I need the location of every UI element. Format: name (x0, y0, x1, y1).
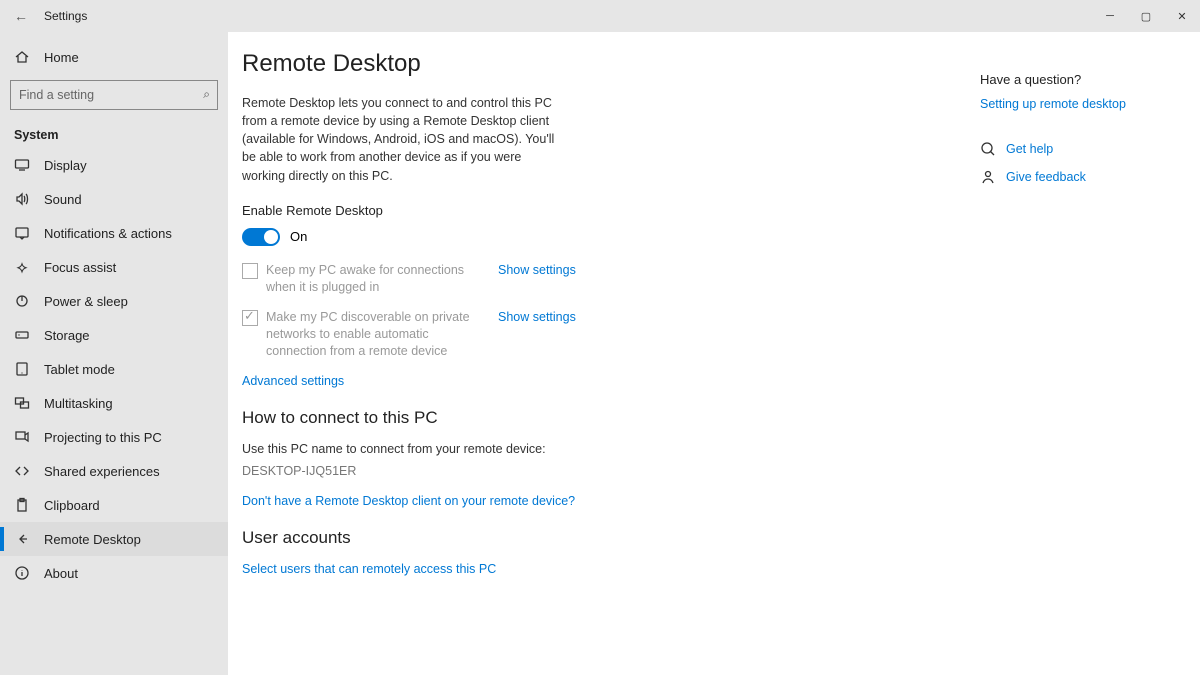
right-column: Have a question? Setting up remote deskt… (980, 50, 1160, 675)
sidebar-item-label: Projecting to this PC (44, 430, 162, 445)
sidebar-item-label: Multitasking (44, 396, 113, 411)
shared-icon (14, 463, 30, 479)
sidebar-item-storage[interactable]: Storage (0, 318, 228, 352)
home-icon (14, 49, 30, 65)
multitask-icon (14, 395, 30, 411)
sidebar-item-label: Shared experiences (44, 464, 160, 479)
toggle-state: On (290, 229, 307, 244)
back-icon[interactable]: ← (14, 8, 34, 24)
keep-awake-label: Keep my PC awake for connections when it… (266, 262, 486, 296)
close-button[interactable]: ✕ (1164, 0, 1200, 32)
remote-icon (14, 531, 30, 547)
sidebar-item-label: Power & sleep (44, 294, 128, 309)
notification-icon (14, 225, 30, 241)
sidebar-item-tablet[interactable]: Tablet mode (0, 352, 228, 386)
no-client-link[interactable]: Don't have a Remote Desktop client on yo… (242, 494, 802, 508)
sidebar-item-label: Sound (44, 192, 82, 207)
sidebar-item-label: Tablet mode (44, 362, 115, 377)
project-icon (14, 429, 30, 445)
pc-name: DESKTOP-IJQ51ER (242, 464, 802, 478)
about-icon (14, 565, 30, 581)
sidebar-item-display[interactable]: Display (0, 148, 228, 182)
app-title: Settings (44, 9, 87, 23)
sidebar-item-multitasking[interactable]: Multitasking (0, 386, 228, 420)
sidebar-item-remote-desktop[interactable]: Remote Desktop (0, 522, 228, 556)
sidebar: Home ⌕ System Display Sound Notification… (0, 32, 228, 675)
sidebar-item-label: Focus assist (44, 260, 116, 275)
sidebar-item-label: Storage (44, 328, 90, 343)
sidebar-item-notifications[interactable]: Notifications & actions (0, 216, 228, 250)
get-help-link[interactable]: Get help (980, 141, 1160, 157)
howto-title: How to connect to this PC (242, 408, 802, 428)
sidebar-item-focus[interactable]: Focus assist (0, 250, 228, 284)
search-input[interactable] (10, 80, 218, 110)
question-heading: Have a question? (980, 72, 1160, 87)
setup-link[interactable]: Setting up remote desktop (980, 97, 1160, 111)
page-title: Remote Desktop (242, 50, 802, 78)
feedback-link[interactable]: Give feedback (980, 169, 1160, 185)
tablet-icon (14, 361, 30, 377)
focus-icon (14, 259, 30, 275)
enable-toggle[interactable] (242, 228, 280, 246)
user-accounts-title: User accounts (242, 528, 802, 548)
select-users-link[interactable]: Select users that can remotely access th… (242, 562, 802, 576)
sidebar-item-label: Clipboard (44, 498, 100, 513)
sidebar-item-about[interactable]: About (0, 556, 228, 590)
discoverable-show-settings[interactable]: Show settings (498, 310, 576, 324)
search-icon: ⌕ (203, 87, 210, 102)
howto-text: Use this PC name to connect from your re… (242, 442, 802, 456)
help-icon (980, 141, 996, 157)
search-wrap: ⌕ (10, 80, 218, 110)
keep-awake-show-settings[interactable]: Show settings (498, 263, 576, 277)
power-icon (14, 293, 30, 309)
sidebar-item-sound[interactable]: Sound (0, 182, 228, 216)
discoverable-label: Make my PC discoverable on private netwo… (266, 309, 486, 360)
keep-awake-checkbox[interactable] (242, 263, 258, 279)
storage-icon (14, 327, 30, 343)
titlebar: ← Settings (0, 0, 1200, 32)
sidebar-item-power[interactable]: Power & sleep (0, 284, 228, 318)
enable-label: Enable Remote Desktop (242, 203, 802, 218)
sound-icon (14, 191, 30, 207)
page-description: Remote Desktop lets you connect to and c… (242, 94, 562, 185)
content: Remote Desktop Remote Desktop lets you c… (242, 50, 802, 675)
advanced-settings-link[interactable]: Advanced settings (242, 374, 802, 388)
sidebar-item-label: Display (44, 158, 87, 173)
discoverable-checkbox[interactable] (242, 310, 258, 326)
clipboard-icon (14, 497, 30, 513)
sidebar-item-clipboard[interactable]: Clipboard (0, 488, 228, 522)
sidebar-item-label: About (44, 566, 78, 581)
window-controls: ─ ▢ ✕ (1092, 0, 1200, 32)
sidebar-item-label: Notifications & actions (44, 226, 172, 241)
sidebar-home[interactable]: Home (0, 40, 228, 74)
minimize-button[interactable]: ─ (1092, 0, 1128, 32)
section-label: System (0, 120, 228, 148)
feedback-icon (980, 169, 996, 185)
sidebar-item-shared[interactable]: Shared experiences (0, 454, 228, 488)
sidebar-item-projecting[interactable]: Projecting to this PC (0, 420, 228, 454)
home-label: Home (44, 50, 79, 65)
display-icon (14, 157, 30, 173)
sidebar-item-label: Remote Desktop (44, 532, 141, 547)
maximize-button[interactable]: ▢ (1128, 0, 1164, 32)
